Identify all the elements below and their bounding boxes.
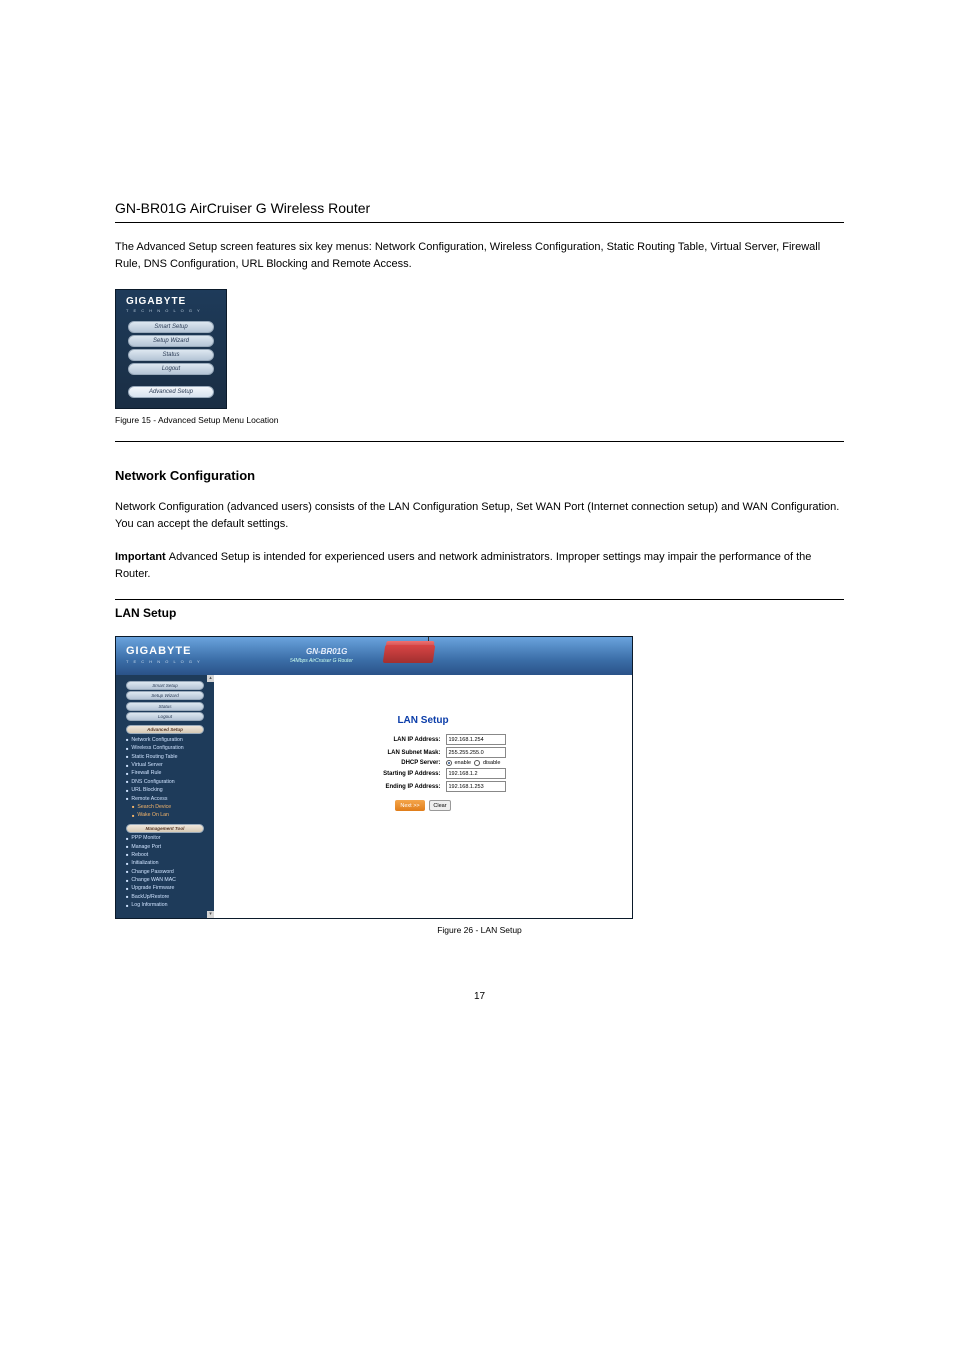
sidebar-change-wan-mac[interactable]: Change WAN MAC [116, 876, 214, 884]
sidebar-network-configuration[interactable]: Network Configuration [116, 736, 214, 744]
next-button[interactable]: Next >> [395, 800, 425, 811]
nav-logout[interactable]: Logout [128, 363, 214, 375]
intro-paragraph: The Advanced Setup screen features six k… [115, 239, 844, 273]
router-image [372, 639, 442, 669]
figure-15-navigation-panel: GIGABYTE T E C H N O L O G Y Smart Setup… [115, 289, 227, 409]
ending-ip-label: Ending IP Address: [341, 784, 441, 790]
subsection-title-lan-setup: LAN Setup [115, 606, 844, 620]
nav-status[interactable]: Status [126, 702, 204, 711]
nav-setup-wizard[interactable]: Setup Wizard [126, 691, 204, 700]
sidebar-change-password[interactable]: Change Password [116, 868, 214, 876]
model-subtitle: 54Mbps AirCruiser G Router [290, 658, 353, 664]
brand-logo-text: GIGABYTE [126, 645, 191, 657]
figure-26-caption: Figure 26 - LAN Setup [115, 925, 844, 935]
nav-setup-wizard[interactable]: Setup Wizard [128, 335, 214, 347]
section-note: Important Advanced Setup is intended for… [115, 549, 844, 583]
sidebar-ppp-monitor[interactable]: PPP Monitor [116, 834, 214, 842]
dhcp-server-label: DHCP Server: [341, 760, 441, 766]
page-number: 17 [115, 991, 844, 1002]
nav-smart-setup[interactable]: Smart Setup [126, 681, 204, 690]
sidebar-search-device[interactable]: Search Device [116, 803, 214, 811]
nav-smart-setup[interactable]: Smart Setup [128, 321, 214, 333]
sidebar-remote-access[interactable]: Remote Access [116, 794, 214, 802]
sidebar-reboot[interactable]: Reboot [116, 851, 214, 859]
chapter-header: GN-BR01G AirCruiser G Wireless Router [115, 200, 844, 216]
divider [115, 222, 844, 223]
sidebar-wake-on-lan[interactable]: Wake On Lan [116, 811, 214, 819]
sidebar-manage-port[interactable]: Manage Port [116, 842, 214, 850]
figure-26-lan-setup-screenshot: GIGABYTE T E C H N O L O G Y GN-BR01G 54… [115, 636, 633, 919]
brand-subtext: T E C H N O L O G Y [126, 659, 202, 664]
lan-setup-title: LAN Setup [242, 715, 604, 726]
sidebar-log-information[interactable]: Log Information [116, 901, 214, 909]
nav-management-tool-header[interactable]: Management Tool [126, 824, 204, 833]
subnet-mask-input[interactable]: 255.255.255.0 [446, 747, 506, 758]
nav-advanced-setup-header[interactable]: Advanced Setup [126, 725, 204, 734]
figure-15-caption: Figure 15 - Advanced Setup Menu Location [115, 415, 844, 425]
nav-advanced-setup[interactable]: Advanced Setup [128, 386, 214, 398]
lan-ip-input[interactable]: 192.168.1.254 [446, 734, 506, 745]
sidebar-virtual-server[interactable]: Virtual Server [116, 761, 214, 769]
clear-button[interactable]: Clear [429, 800, 451, 811]
dhcp-enable-radio[interactable] [446, 760, 452, 766]
subnet-mask-label: LAN Subnet Mask: [341, 750, 441, 756]
sidebar-upgrade-firmware[interactable]: Upgrade Firmware [116, 884, 214, 892]
dhcp-disable-radio[interactable] [474, 760, 480, 766]
nav-status[interactable]: Status [128, 349, 214, 361]
starting-ip-input[interactable]: 192.168.1.2 [446, 768, 506, 779]
admin-main-panel: LAN Setup LAN IP Address: 192.168.1.254 … [214, 675, 632, 918]
sidebar-dns-configuration[interactable]: DNS Configuration [116, 778, 214, 786]
note-label: Important [115, 551, 169, 563]
ending-ip-input[interactable]: 192.168.1.253 [446, 781, 506, 792]
starting-ip-label: Starting IP Address: [341, 771, 441, 777]
divider [115, 599, 844, 600]
nav-logout[interactable]: Logout [126, 712, 204, 721]
brand-subtext: T E C H N O L O G Y [116, 308, 226, 313]
sidebar-backup-restore[interactable]: BackUp/Restore [116, 893, 214, 901]
scroll-up-icon[interactable]: ▴ [207, 675, 214, 682]
admin-sidebar: ▴ Smart Setup Setup Wizard Status Logout… [116, 675, 214, 918]
dhcp-disable-text: disable [483, 760, 500, 766]
section-body: Network Configuration (advanced users) c… [115, 499, 844, 533]
lan-ip-label: LAN IP Address: [341, 737, 441, 743]
section-title-network-configuration: Network Configuration [115, 468, 844, 483]
sidebar-wireless-configuration[interactable]: Wireless Configuration [116, 744, 214, 752]
sidebar-url-blocking[interactable]: URL Blocking [116, 786, 214, 794]
sidebar-static-routing-table[interactable]: Static Routing Table [116, 753, 214, 761]
sidebar-initialization[interactable]: Initialization [116, 859, 214, 867]
note-text: Advanced Setup is intended for experienc… [115, 551, 811, 580]
dhcp-enable-text: enable [455, 760, 472, 766]
brand-logo-text: GIGABYTE [116, 290, 226, 308]
admin-header-banner: GIGABYTE T E C H N O L O G Y GN-BR01G 54… [116, 637, 632, 675]
model-name: GN-BR01G [306, 647, 347, 656]
sidebar-firewall-rule[interactable]: Firewall Rule [116, 769, 214, 777]
scroll-down-icon[interactable]: ▾ [207, 911, 214, 918]
divider [115, 441, 844, 442]
